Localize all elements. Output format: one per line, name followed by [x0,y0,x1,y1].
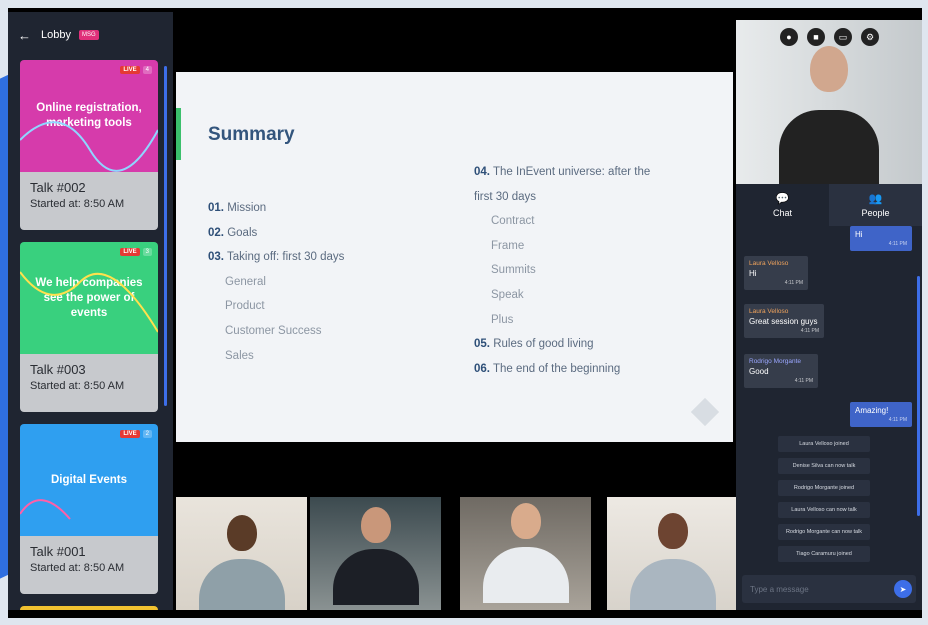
tab-chat-label: Chat [772,208,792,218]
talk-card-partial[interactable] [20,606,158,610]
chat-feed: Hi 4:11 PM Laura Velloso Hi 4:11 PM Laur… [736,226,922,571]
agenda-text: first 30 days [474,190,536,203]
chat-scrollbar[interactable] [917,276,920,516]
decorative-curve [20,121,158,172]
tab-people[interactable]: 👥 People [829,184,922,226]
talk-number: Talk #001 [30,544,86,559]
talk-card[interactable]: LIVE 2 Digital Events Talk #001 Started … [20,424,158,594]
agenda-item: 04. The InEvent universe: after the [474,160,684,185]
live-badge: LIVE [120,66,140,74]
sidebar: ← Lobby MSG LIVE 4 Online registration, … [8,12,173,610]
message-input[interactable] [750,584,894,594]
agenda-item: 03. Taking off: first 30 days [208,245,344,270]
tab-people-label: People [861,208,890,218]
system-notice: Laura Velloso can now talk [778,502,870,518]
microphone-icon[interactable]: ● [780,28,798,46]
participant-video[interactable] [176,497,307,610]
live-badge: LIVE [120,248,140,256]
talk-card-banner: LIVE 3 We help companies see the power o… [20,242,158,354]
agenda-number: 01. [208,202,224,214]
agenda-item: General [225,275,266,288]
talk-card[interactable]: LIVE 4 Online registration, marketing to… [20,60,158,230]
message-composer: ➤ [742,575,916,603]
slide-title: Summary [208,124,295,145]
camera-icon[interactable]: ■ [807,28,825,46]
talk-number: Talk #003 [30,362,86,377]
lobby-label: Lobby [41,29,71,41]
agenda-number: 06. [474,362,490,375]
decorative-curve [20,499,71,520]
decorative-curve [20,271,158,333]
presentation-slide: Summary 01. Mission 02. Goals 03. Taking o… [176,72,733,442]
talk-start-time: Started at: 8:50 AM [30,562,125,574]
slide-accent-bar [176,108,181,160]
viewer-count: 2 [142,430,152,438]
lobby-back-button[interactable]: ← Lobby MSG [8,12,173,58]
agenda-item: Product [225,300,265,313]
participant-video[interactable] [460,497,591,610]
talk-number: Talk #002 [30,180,86,195]
chat-message: Hi 4:11 PM [850,226,912,251]
participant-video[interactable] [310,497,441,610]
agenda-number: 04. [474,166,490,178]
system-notice: Laura Velloso joined [778,436,870,452]
slide-agenda-right: 04. The InEvent universe: after the first… [474,160,684,381]
viewer-count: 4 [142,66,152,74]
lobby-badge: MSG [78,30,99,40]
agenda-number: 05. [474,338,490,351]
participant-video[interactable] [607,497,738,610]
viewer-count: 3 [142,248,152,256]
system-notice: Rodrigo Morgante can now talk [778,524,870,540]
talk-start-time: Started at: 8:50 AM [30,198,125,210]
talk-card-banner: LIVE 4 Online registration, marketing to… [20,60,158,172]
agenda-number: 03. [208,251,224,264]
agenda-text: The end of the beginning [493,362,621,375]
agenda-item: Summits [491,264,536,277]
agenda-item: Sales [225,349,254,362]
agenda-text: Mission [227,202,267,214]
agenda-item: Plus [491,313,514,326]
sidebar-scrollbar[interactable] [164,66,167,406]
host-video[interactable]: ● ■ ▭ ⚙ [736,20,922,184]
system-notice: Tiago Caramuru joined [778,546,870,562]
settings-icon[interactable]: ⚙ [861,28,879,46]
agenda-number: 02. [208,226,224,239]
send-icon[interactable]: ➤ [894,580,912,598]
people-icon: 👥 [868,193,883,205]
tab-chat[interactable]: 💬 Chat [736,184,829,226]
agenda-item: 06. The end of the beginning [474,357,684,382]
agenda-item: Customer Success [225,324,322,337]
talk-start-time: Started at: 8:50 AM [30,380,125,392]
agenda-text: The InEvent universe: after the [493,166,651,178]
agenda-text: Rules of good living [493,338,594,351]
right-panel: ● ■ ▭ ⚙ 💬 Chat 👥 People Hi 4:11 PM Laura… [736,20,922,610]
screen-share-icon[interactable]: ▭ [834,28,852,46]
chat-message: Laura Velloso Hi 4:11 PM [744,256,808,290]
slide-agenda-left: 01. Mission 02. Goals 03. Taking off: firs… [208,196,344,368]
agenda-text: Goals [227,226,258,239]
back-arrow-icon: ← [18,27,31,43]
talk-card[interactable]: LIVE 3 We help companies see the power o… [20,242,158,412]
agenda-item: 02. Goals [208,221,344,246]
agenda-item: 01. Mission [208,196,344,221]
agenda-item: Frame [491,239,525,252]
panel-tabs: 💬 Chat 👥 People [736,184,922,226]
system-notice: Denise Silva can now talk [778,458,870,474]
system-notice: Rodrigo Morgante joined [778,480,870,496]
talk-card-banner: LIVE 2 Digital Events [20,424,158,536]
live-badge: LIVE [120,430,140,438]
agenda-item: Speak [491,288,524,301]
slide-logo-mark [690,397,720,427]
chat-message: Amazing! 4:11 PM [850,402,912,427]
agenda-item: Contract [491,215,535,228]
chat-bubble-icon: 💬 [775,193,790,205]
chat-message: Rodrigo Morgante Good 4:11 PM [744,354,818,388]
agenda-item: 05. Rules of good living [474,332,684,357]
agenda-item: first 30 days [474,185,684,210]
screen: ← Lobby MSG LIVE 4 Online registration, … [0,0,928,625]
chat-message: Laura Velloso Great session guys 4:11 PM [744,304,824,338]
agenda-text: Taking off: first 30 days [227,251,345,264]
